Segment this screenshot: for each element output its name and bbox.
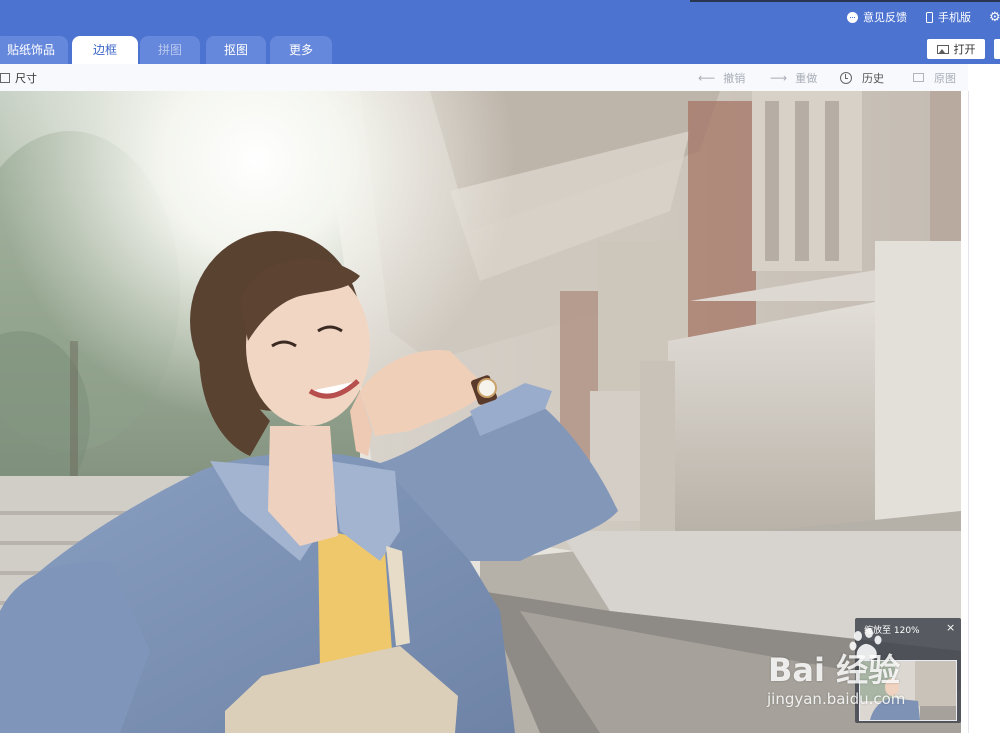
- history-button[interactable]: 历史: [840, 64, 884, 91]
- crop-square-icon: [0, 72, 10, 83]
- mobile-label: 手机版: [938, 11, 971, 24]
- open-button[interactable]: 打开: [927, 39, 985, 59]
- header-top-strip: [690, 0, 1000, 2]
- image-icon: [936, 44, 949, 54]
- tab-cutout[interactable]: 抠图: [206, 36, 266, 64]
- feedback-link[interactable]: 意见反馈: [847, 8, 907, 26]
- edit-toolbar: 尺寸 ⟵ 撤销 ⟶ 重做 历史 原图: [0, 64, 968, 91]
- size-label: 尺寸: [15, 71, 37, 85]
- tab-borders[interactable]: 边框: [72, 36, 138, 64]
- photo-editor-app: 意见反馈 手机版 ⚙ 贴纸饰品 边框 拼图 抠图 更多 打开 尺寸 ⟵ 撤销 ⟶…: [0, 0, 1000, 733]
- clock-icon: [840, 71, 852, 84]
- portrait-photo: [0, 91, 961, 733]
- tab-collage[interactable]: 拼图: [140, 36, 200, 64]
- watermark-url: jingyan.baidu.com: [767, 690, 906, 708]
- open-button-label: 打开: [953, 43, 976, 56]
- original-label: 原图: [934, 71, 956, 85]
- gutter-divider: [968, 91, 969, 733]
- size-button[interactable]: 尺寸: [0, 64, 37, 91]
- tab-stickers[interactable]: 贴纸饰品: [0, 36, 68, 64]
- zoom-close-button[interactable]: ×: [946, 621, 955, 634]
- undo-button[interactable]: ⟵ 撤销: [698, 64, 745, 91]
- history-label: 历史: [862, 71, 884, 85]
- save-button-partial[interactable]: [994, 39, 1000, 59]
- undo-label: 撤销: [723, 71, 746, 85]
- settings-button[interactable]: ⚙: [989, 8, 1000, 26]
- picture-icon: [913, 73, 924, 82]
- top-header: 意见反馈 手机版 ⚙ 贴纸饰品 边框 拼图 抠图 更多 打开: [0, 0, 1000, 64]
- redo-label: 重做: [795, 71, 818, 85]
- phone-icon: [926, 11, 933, 23]
- gear-icon: ⚙: [989, 9, 1000, 25]
- tab-more[interactable]: 更多: [270, 36, 332, 64]
- photo-canvas[interactable]: 缩放至 120% × Bai 经验 jingyan.baidu.com: [0, 91, 961, 733]
- original-image-button[interactable]: 原图: [913, 64, 956, 91]
- arrow-right-icon: ⟶: [770, 70, 788, 85]
- arrow-left-icon: ⟵: [698, 70, 716, 85]
- mobile-version-link[interactable]: 手机版: [926, 8, 971, 26]
- baidu-paw-icon: [849, 628, 882, 660]
- feedback-label: 意见反馈: [863, 11, 907, 24]
- redo-button[interactable]: ⟶ 重做: [770, 64, 817, 91]
- right-scroll-gutter: [961, 91, 1000, 733]
- chat-bubble-icon: [847, 11, 858, 23]
